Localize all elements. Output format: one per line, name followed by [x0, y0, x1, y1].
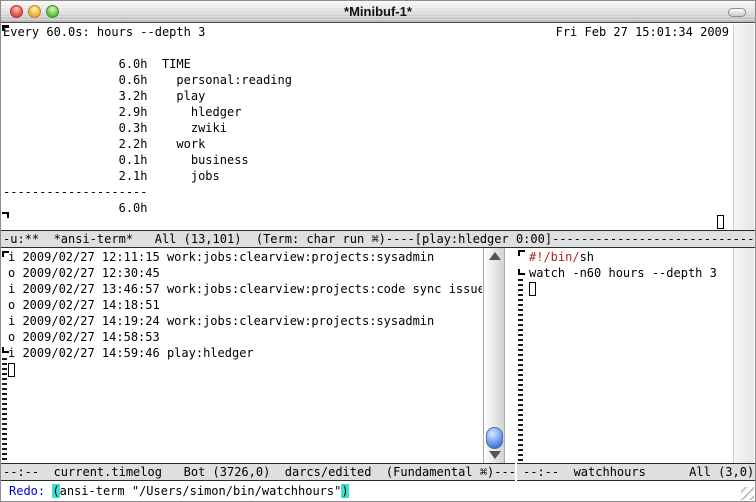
report-line: 6.0h TIME	[3, 56, 292, 72]
scrollbar-up-arrow-icon[interactable]	[489, 252, 501, 260]
report-line: 2.9h hledger	[3, 104, 292, 120]
zoom-button[interactable]	[46, 5, 59, 18]
resize-grip[interactable]	[741, 487, 754, 500]
modeline-timelog[interactable]: --:-- current.timelog Bot (3726,0) darcs…	[1, 463, 515, 481]
hledger-report: 6.0h TIME 0.6h personal:reading 3.2h pla…	[3, 56, 292, 216]
buffer-end-indicator-icon	[2, 212, 9, 218]
report-line: 2.1h jobs	[3, 168, 292, 184]
watch-header-line: Every 60.0s: hours --depth 3 Fri Feb 27 …	[3, 24, 729, 40]
report-line: 0.1h business	[3, 152, 292, 168]
close-button[interactable]	[10, 5, 23, 18]
buffer-top-indicator-icon	[518, 250, 525, 256]
report-line: 3.2h play	[3, 88, 292, 104]
shebang-interpreter: sh	[580, 250, 594, 264]
timelog-line: i 2009/02/27 12:11:15 work:jobs:clearvie…	[8, 249, 482, 265]
scrollbar-down-arrow-icon[interactable]	[489, 451, 501, 459]
modeline-ansi-term[interactable]: -u:** *ansi-term* All (13,101) (Term: ch…	[1, 230, 755, 248]
title-bar: *Minibuf-1*	[1, 1, 755, 23]
timelog-line: o 2009/02/27 14:18:51	[8, 297, 482, 313]
modeline-watchhours[interactable]: --:-- watchhours All (3,0)	[517, 463, 755, 481]
watch-timestamp: Fri Feb 27 15:01:34 2009	[556, 24, 729, 40]
minimize-button[interactable]	[28, 5, 41, 18]
report-line: 0.6h personal:reading	[3, 72, 292, 88]
report-line: --------------------	[3, 184, 292, 200]
script-scrollbar-track[interactable]	[733, 248, 754, 463]
report-line: 0.3h zwiki	[3, 120, 292, 136]
report-line: 6.0h	[3, 200, 292, 216]
term-inactive-cursor	[717, 215, 724, 229]
report-line: 2.2h work	[3, 136, 292, 152]
emacs-window: *Minibuf-1* Every 60.0s: hours --depth 3…	[0, 0, 756, 502]
timelog-line: o 2009/02/27 12:30:45	[8, 265, 482, 281]
timelog-line: i 2009/02/27 14:19:24 work:jobs:clearvie…	[8, 313, 482, 329]
minibuffer[interactable]: Redo: (ansi-term "/Users/simon/bin/watch…	[9, 483, 737, 499]
toolbar-toggle-button[interactable]	[728, 8, 746, 17]
empty-line-indicators	[518, 279, 523, 462]
buffer-end-indicator-icon	[2, 347, 9, 353]
buffer-end-indicator-icon	[518, 269, 525, 275]
timelog-line: o 2009/02/27 14:58:53	[8, 329, 482, 345]
timelog-line: i 2009/02/27 14:59:46 play:hledger	[8, 345, 482, 361]
term-scrollbar-track[interactable]	[733, 24, 754, 230]
watch-command-text: Every 60.0s: hours --depth 3	[3, 24, 205, 40]
timelog-line: i 2009/02/27 13:46:57 work:jobs:clearvie…	[8, 281, 482, 297]
scrollbar-thumb[interactable]	[486, 427, 503, 449]
timelog-buffer: i 2009/02/27 12:11:15 work:jobs:clearvie…	[8, 249, 482, 361]
shebang-line: #!/bin/sh	[529, 249, 594, 265]
minibuffer-prompt: Redo:	[9, 484, 52, 498]
minibuffer-command: ansi-term "/Users/simon/bin/watchhours"	[60, 484, 342, 498]
close-paren-highlight: )	[341, 484, 348, 498]
shebang-comment: #!/bin/	[529, 250, 580, 264]
open-paren-highlight: (	[52, 484, 59, 498]
watch-invocation-line: watch -n60 hours --depth 3	[529, 265, 717, 281]
empty-line-indicators	[2, 358, 7, 462]
script-inactive-cursor	[529, 282, 536, 296]
window-title: *Minibuf-1*	[71, 4, 685, 20]
timelog-inactive-cursor	[8, 363, 15, 377]
timelog-scrollbar-track[interactable]	[483, 248, 505, 463]
